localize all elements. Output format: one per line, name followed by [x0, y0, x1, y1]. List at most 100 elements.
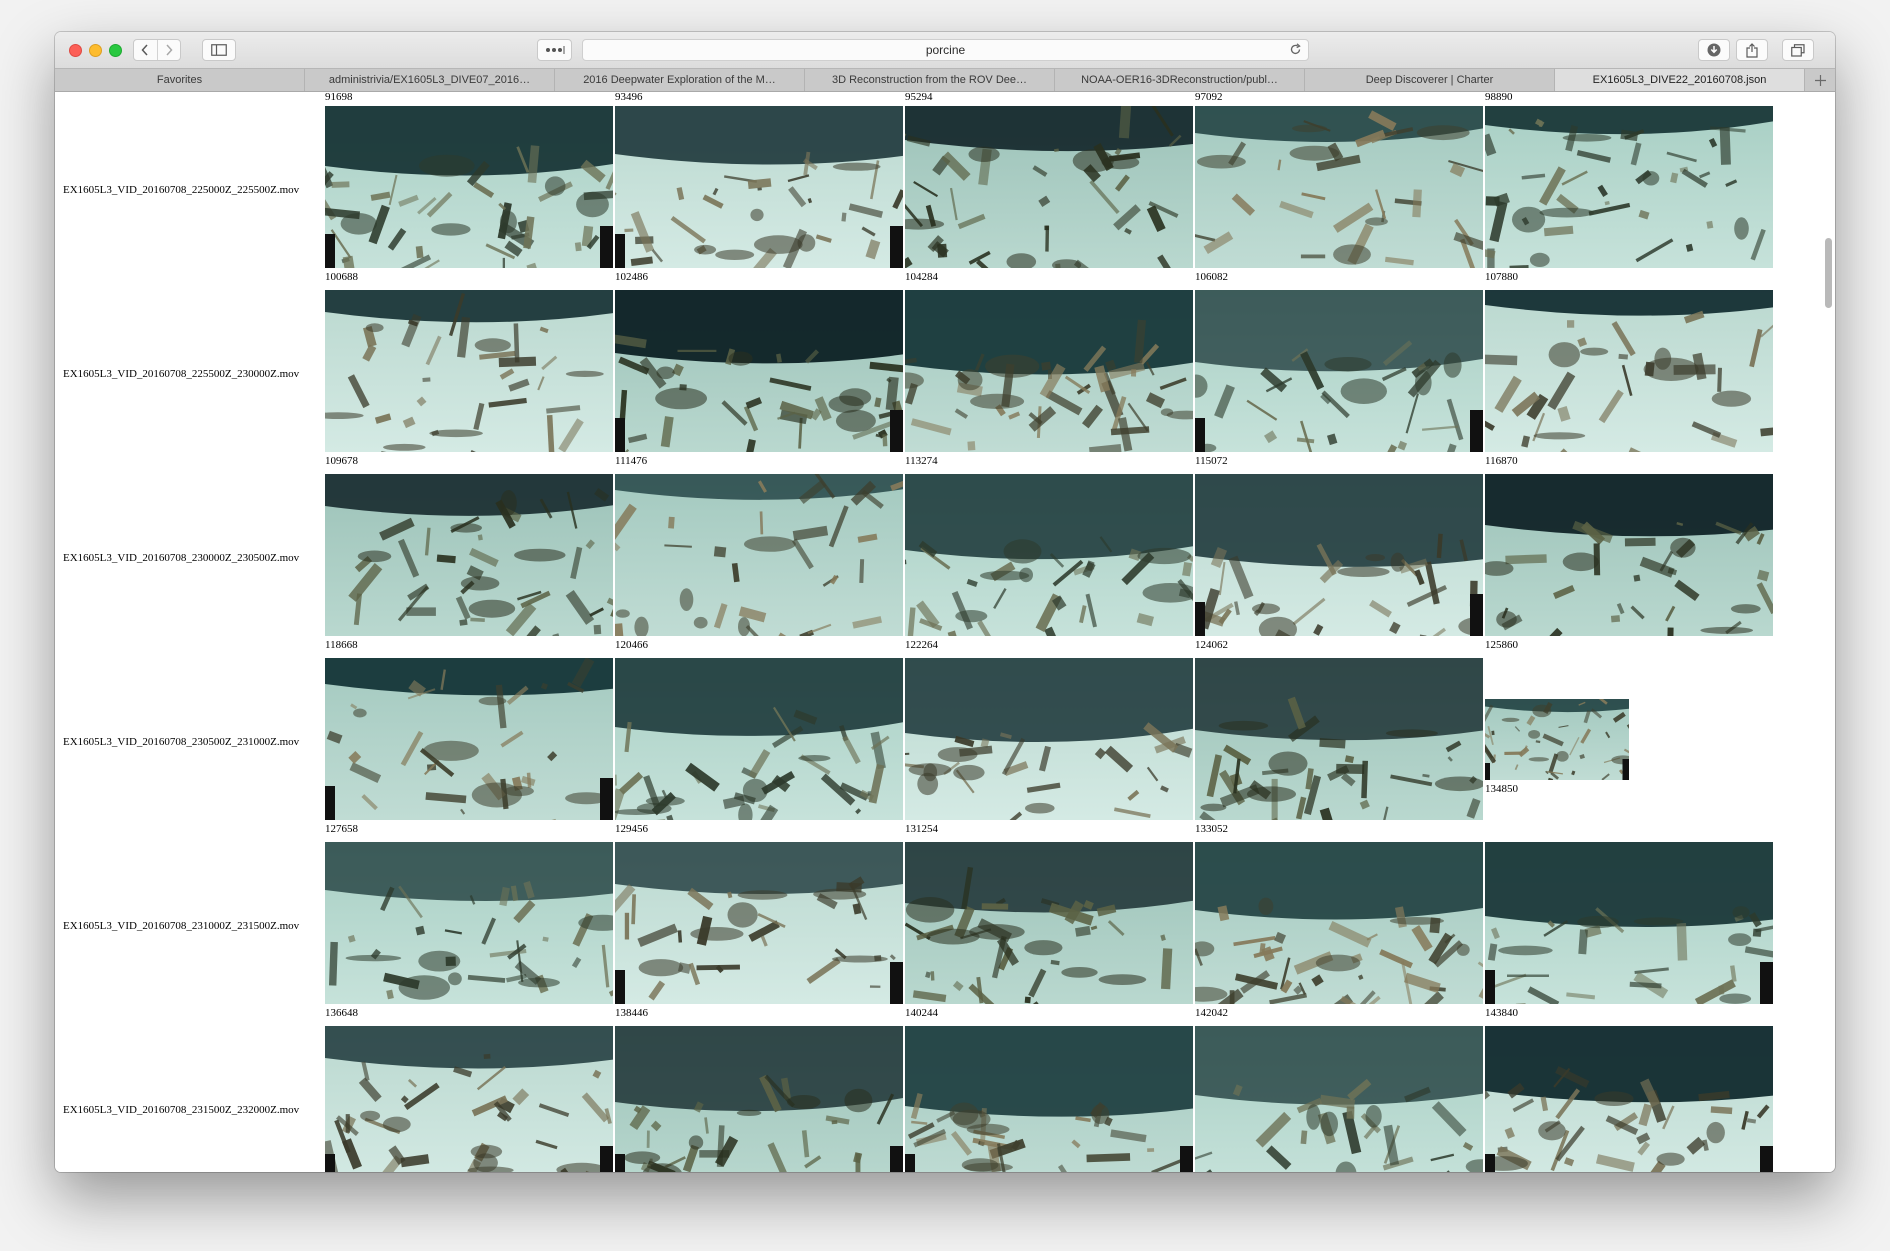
frame-thumbnail[interactable] [615, 106, 903, 268]
reload-icon[interactable] [1289, 43, 1302, 56]
frame-caption: 118668 [325, 639, 358, 651]
chevron-left-icon [141, 44, 149, 56]
frame-caption: 106082 [1195, 271, 1228, 283]
frame-caption: 143840 [1485, 1007, 1518, 1019]
frame-thumbnail[interactable] [905, 658, 1193, 820]
frame-caption: 127658 [325, 823, 358, 835]
frame-thumbnail[interactable] [615, 842, 903, 1004]
video-filename: EX1605L3_VID_20160708_230500Z_231000Z.mo… [63, 736, 300, 748]
frame-caption: 136648 [325, 1007, 358, 1019]
frame-thumbnail[interactable] [325, 658, 613, 820]
minimize-window-button[interactable] [89, 44, 102, 57]
address-bar[interactable]: porcine [582, 39, 1309, 61]
frame-thumbnail[interactable] [905, 842, 1193, 1004]
frame-caption: 125860 [1485, 639, 1518, 651]
frame-thumbnail[interactable] [1485, 474, 1773, 636]
frame-thumbnail[interactable] [905, 474, 1193, 636]
frame-caption: 91698 [325, 92, 353, 103]
browser-tab[interactable]: NOAA-OER16-3DReconstruction/publ… [1055, 69, 1305, 91]
frame-thumbnail[interactable] [615, 658, 903, 820]
frame-caption: 120466 [615, 639, 648, 651]
download-icon [1707, 43, 1721, 57]
video-row: EX1605L3_VID_20160708_230500Z_231000Z.mo… [55, 658, 1835, 841]
share-icon [1746, 42, 1758, 58]
frame-caption: 113274 [905, 455, 938, 467]
forward-button[interactable] [156, 40, 180, 60]
frame-thumbnail[interactable] [325, 842, 613, 1004]
frame-thumbnail[interactable] [615, 1026, 903, 1172]
tabs-overview-icon [1791, 43, 1805, 57]
browser-tab[interactable]: Deep Discoverer | Charter [1305, 69, 1555, 91]
video-row: EX1605L3_VID_20160708_231500Z_232000Z.mo… [55, 1026, 1835, 1172]
frame-thumbnail[interactable] [325, 1026, 613, 1172]
frame-caption: 98890 [1485, 92, 1513, 103]
frame-thumbnail[interactable] [325, 474, 613, 636]
frame-caption: 142042 [1195, 1007, 1228, 1019]
back-button[interactable] [134, 40, 157, 60]
frame-caption: 129456 [615, 823, 648, 835]
frame-caption: 104284 [905, 271, 938, 283]
frame-thumbnail[interactable] [615, 290, 903, 452]
browser-tab[interactable]: administrivia/EX1605L3_DIVE07_2016… [305, 69, 555, 91]
frame-caption: 131254 [905, 823, 938, 835]
frame-caption: 95294 [905, 92, 933, 103]
frame-caption: 100688 [325, 271, 358, 283]
dots-icon [545, 46, 564, 54]
frame-thumbnail[interactable] [905, 290, 1193, 452]
new-tab-button[interactable] [1805, 69, 1835, 91]
frame-thumbnail[interactable] [1195, 106, 1483, 268]
sidebar-icon [211, 44, 227, 56]
frame-caption: 140244 [905, 1007, 938, 1019]
close-window-button[interactable] [69, 44, 82, 57]
plus-icon [1814, 74, 1826, 86]
frame-thumbnail[interactable] [325, 290, 613, 452]
frame-thumbnail[interactable] [1195, 290, 1483, 452]
frame-caption: 109678 [325, 455, 358, 467]
frame-thumbnail[interactable] [905, 106, 1193, 268]
frame-caption: 97092 [1195, 92, 1223, 103]
frame-thumbnail[interactable] [1195, 1026, 1483, 1172]
frame-thumbnail[interactable] [615, 474, 903, 636]
sidebar-toggle-button[interactable] [202, 39, 236, 61]
frame-thumbnail[interactable] [905, 1026, 1193, 1172]
frame-caption: 134850 [1485, 783, 1518, 795]
frame-caption: 93496 [615, 92, 643, 103]
reader-button[interactable] [537, 39, 572, 61]
frame-thumbnail[interactable] [325, 106, 613, 268]
browser-tab[interactable]: 2016 Deepwater Exploration of the M… [555, 69, 805, 91]
frame-caption: 138446 [615, 1007, 648, 1019]
video-row: EX1605L3_VID_20160708_225500Z_230000Z.mo… [55, 290, 1835, 473]
browser-toolbar: porcine [55, 32, 1835, 68]
frame-caption: 107880 [1485, 271, 1518, 283]
frame-caption: 124062 [1195, 639, 1228, 651]
frame-thumbnail[interactable] [1485, 1026, 1773, 1172]
video-row: EX1605L3_VID_20160708_231000Z_231500Z.mo… [55, 842, 1835, 1025]
frame-thumbnail[interactable] [1195, 658, 1483, 820]
video-filename: EX1605L3_VID_20160708_230000Z_230500Z.mo… [63, 552, 300, 564]
frame-thumbnail[interactable] [1485, 106, 1773, 268]
frame-caption: 115072 [1195, 455, 1228, 467]
history-nav [133, 39, 181, 61]
browser-tab[interactable]: 3D Reconstruction from the ROV Dee… [805, 69, 1055, 91]
frame-thumbnail[interactable] [1195, 474, 1483, 636]
chevron-right-icon [166, 44, 173, 56]
frame-thumbnail[interactable] [1485, 699, 1629, 780]
share-button[interactable] [1736, 39, 1768, 61]
page-content: 91698 93496 95294 97092 98890 EX1605L3_VID_20… [55, 92, 1835, 1172]
frame-thumbnail[interactable] [1485, 842, 1773, 1004]
tab-favorites[interactable]: Favorites [55, 69, 305, 91]
url-text: porcine [925, 43, 966, 57]
tab-overview-button[interactable] [1782, 39, 1814, 61]
video-filename: EX1605L3_VID_20160708_225500Z_230000Z.mo… [63, 368, 300, 380]
frame-caption: 133052 [1195, 823, 1228, 835]
downloads-button[interactable] [1698, 39, 1730, 61]
frame-caption: 122264 [905, 639, 938, 651]
frame-caption: 111476 [615, 455, 648, 467]
frame-thumbnail[interactable] [1485, 290, 1773, 452]
browser-tab[interactable]: EX1605L3_DIVE22_20160708.json [1555, 69, 1805, 91]
video-row: EX1605L3_VID_20160708_225000Z_225500Z.mo… [55, 106, 1835, 289]
frame-thumbnail[interactable] [1195, 842, 1483, 1004]
zoom-window-button[interactable] [109, 44, 122, 57]
video-row: EX1605L3_VID_20160708_230000Z_230500Z.mo… [55, 474, 1835, 657]
video-filename: EX1605L3_VID_20160708_231000Z_231500Z.mo… [63, 920, 300, 932]
